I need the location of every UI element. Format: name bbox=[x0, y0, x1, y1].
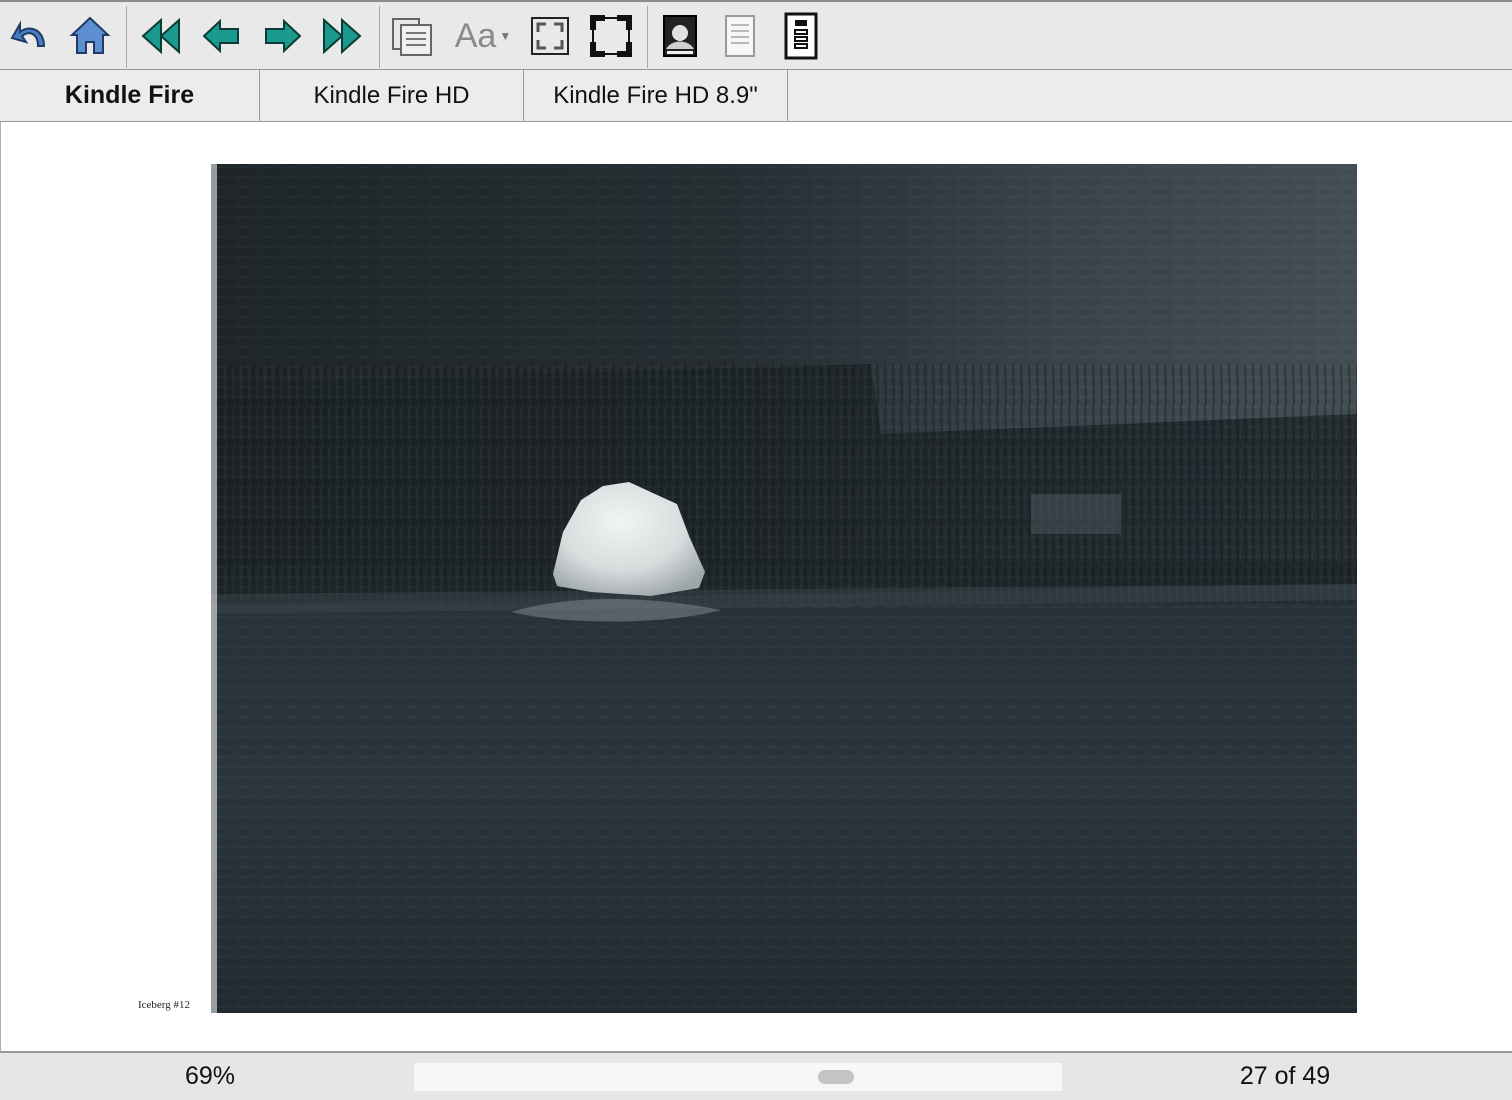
iceberg-painting bbox=[211, 164, 1357, 1013]
font-size-button[interactable]: Aa ▼ bbox=[448, 10, 518, 62]
next-page-button[interactable] bbox=[258, 10, 306, 62]
first-page-button[interactable] bbox=[137, 10, 185, 62]
previous-page-icon bbox=[202, 18, 239, 54]
actual-size-button[interactable] bbox=[587, 10, 635, 62]
document-button[interactable] bbox=[716, 10, 764, 62]
fit-page-icon bbox=[531, 17, 569, 55]
table-of-contents-icon bbox=[392, 18, 432, 56]
zoom-level: 69% bbox=[184, 1062, 236, 1090]
page-view[interactable]: Iceberg #12 bbox=[0, 122, 1512, 1051]
table-of-contents-button[interactable] bbox=[388, 10, 436, 62]
toolbar: Aa ▼ bbox=[0, 0, 1512, 70]
tab-kindle-fire-hd-8-9[interactable]: Kindle Fire HD 8.9" bbox=[524, 70, 788, 121]
home-icon bbox=[69, 16, 111, 54]
home-button[interactable] bbox=[66, 10, 114, 62]
actual-size-icon bbox=[590, 15, 632, 57]
toolbar-separator bbox=[647, 6, 648, 68]
chevron-down-icon: ▼ bbox=[499, 29, 512, 43]
device-tabs: Kindle Fire Kindle Fire HD Kindle Fire H… bbox=[0, 70, 1512, 122]
back-icon bbox=[10, 20, 46, 47]
artwork-caption: Iceberg #12 bbox=[138, 999, 191, 1011]
last-page-button[interactable] bbox=[318, 10, 366, 62]
first-page-icon bbox=[141, 17, 180, 55]
device-info-icon bbox=[784, 12, 818, 60]
next-page-icon bbox=[265, 18, 302, 54]
toolbar-separator bbox=[379, 6, 380, 68]
toolbar-separator bbox=[126, 6, 127, 68]
tab-kindle-fire[interactable]: Kindle Fire bbox=[0, 70, 260, 121]
back-button[interactable] bbox=[6, 10, 54, 62]
last-page-icon bbox=[323, 17, 362, 55]
document-icon bbox=[725, 15, 755, 57]
font-size-icon: Aa bbox=[454, 16, 497, 55]
cover-image-button[interactable] bbox=[656, 10, 704, 62]
page-slider[interactable] bbox=[414, 1063, 1062, 1091]
fit-page-button[interactable] bbox=[526, 10, 574, 62]
status-bar: 69% 27 of 49 bbox=[0, 1051, 1512, 1100]
device-info-button[interactable] bbox=[777, 10, 825, 62]
page-count: 27 of 49 bbox=[1239, 1062, 1331, 1090]
page-slider-thumb[interactable] bbox=[818, 1070, 854, 1084]
cover-image-icon bbox=[663, 15, 697, 57]
previous-page-button[interactable] bbox=[198, 10, 246, 62]
tab-kindle-fire-hd[interactable]: Kindle Fire HD bbox=[260, 70, 524, 121]
